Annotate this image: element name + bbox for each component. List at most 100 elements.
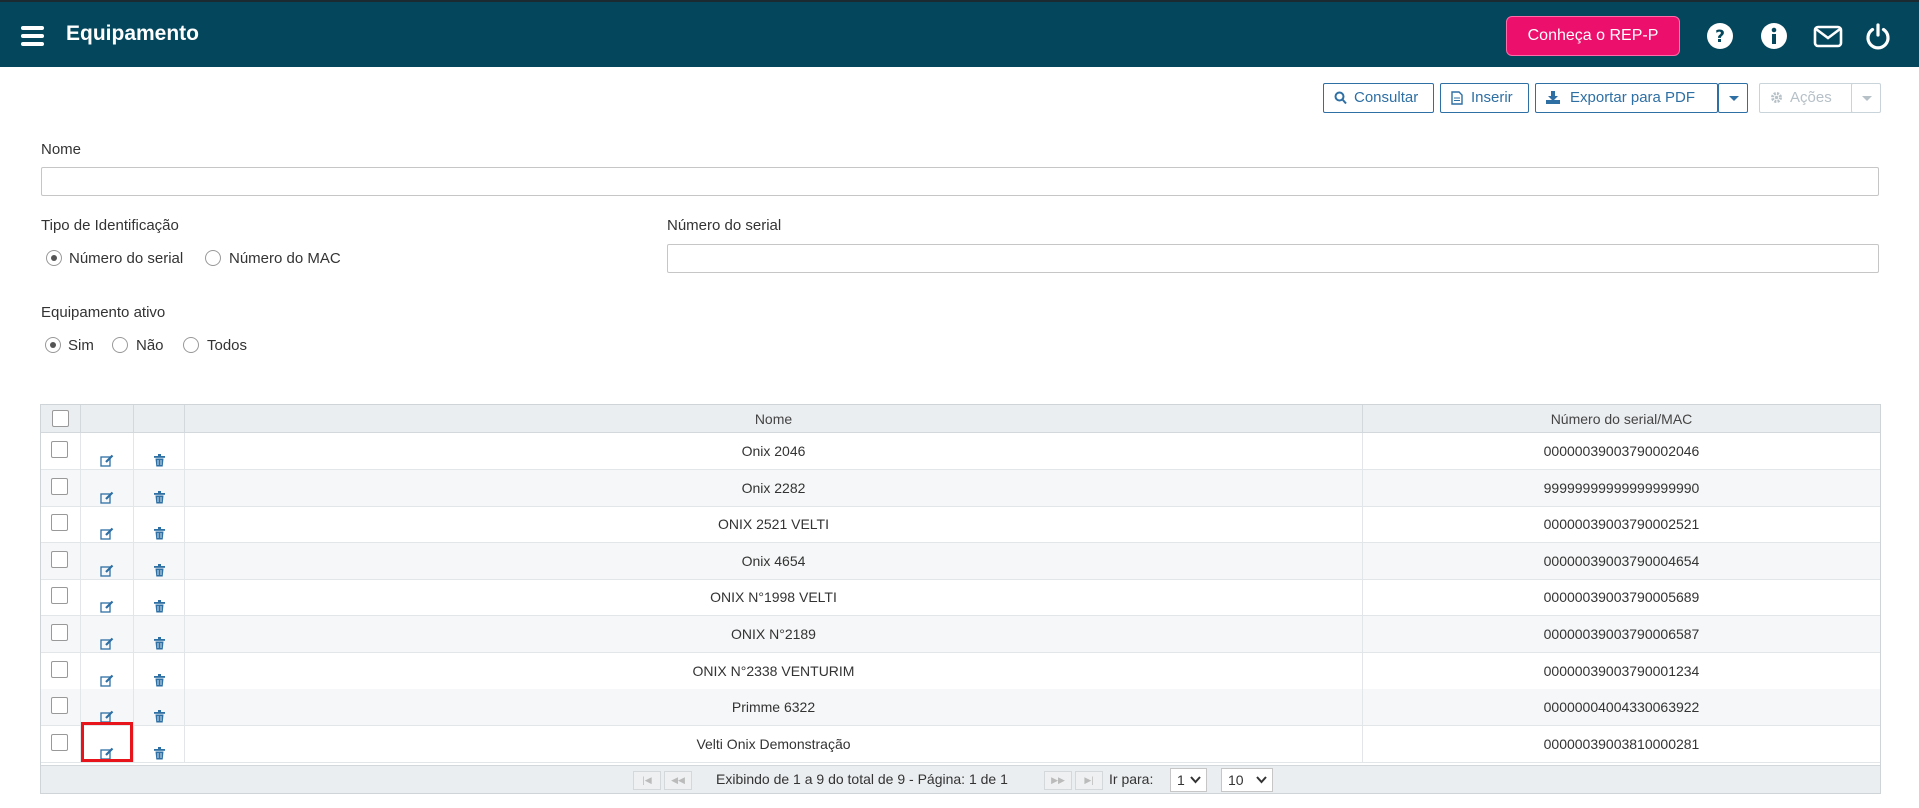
radio-ativo-todos[interactable]	[183, 337, 199, 353]
consultar-button[interactable]: Consultar	[1323, 83, 1434, 113]
nome-input[interactable]	[41, 167, 1879, 196]
row-checkbox[interactable]	[51, 660, 68, 678]
table-row[interactable]: ONIX 2521 VELTI 00000039003790002521	[41, 506, 1880, 544]
highlight-box	[81, 722, 133, 762]
delete-cell	[134, 506, 185, 543]
chevron-down-icon	[1190, 776, 1201, 784]
equipment-grid: Nome Número do serial/MAC Onix 2046 00000…	[40, 404, 1881, 794]
cell-nome: Velti Onix Demonstração	[185, 725, 1363, 762]
radio-ativo-nao-label[interactable]: Não	[136, 337, 164, 354]
row-checkbox[interactable]	[51, 514, 68, 532]
cell-nome: ONIX 2521 VELTI	[185, 506, 1363, 543]
select-all-checkbox[interactable]	[52, 410, 69, 427]
acoes-label: Ações	[1790, 89, 1832, 106]
menu-icon[interactable]	[21, 26, 45, 46]
row-checkbox[interactable]	[51, 587, 68, 605]
inserir-button[interactable]: Inserir	[1440, 83, 1529, 113]
search-icon	[1334, 91, 1347, 105]
top-bar: Equipamento Conheça o REP-P ?	[0, 0, 1919, 67]
radio-numero-serial-label[interactable]: Número do serial	[69, 250, 183, 267]
edit-cell	[81, 469, 134, 506]
delete-cell	[134, 469, 185, 506]
row-checkbox[interactable]	[51, 624, 68, 641]
exportar-dropdown-toggle[interactable]	[1718, 83, 1748, 113]
gear-icon	[1771, 92, 1782, 103]
table-row[interactable]: Primme 6322 00000004004330063922	[41, 689, 1880, 727]
goto-page-select[interactable]: 1	[1170, 768, 1207, 792]
table-row[interactable]: ONIX N°2338 VENTURIM 00000039003790001234	[41, 652, 1880, 690]
goto-label: Ir para:	[1109, 771, 1154, 787]
exportar-pdf-button[interactable]: Exportar para PDF	[1535, 83, 1718, 113]
cell-nome: ONIX N°2189	[185, 616, 1363, 652]
table-row[interactable]: Velti Onix Demonstração 00000039003810000…	[41, 725, 1880, 763]
edit-cell	[81, 542, 134, 579]
exportar-label: Exportar para PDF	[1570, 89, 1696, 106]
cell-nome: Onix 4654	[185, 542, 1363, 579]
radio-numero-serial[interactable]	[46, 250, 62, 266]
header-select-cell	[41, 405, 81, 433]
radio-ativo-sim[interactable]	[45, 337, 61, 353]
prev-page-button[interactable]: ◀◀	[664, 771, 692, 790]
cell-nome: ONIX N°1998 VELTI	[185, 579, 1363, 616]
conheca-rep-p-button[interactable]: Conheça o REP-P	[1506, 16, 1680, 56]
cell-nome: Onix 2282	[185, 469, 1363, 506]
cell-serial: 00000039003790001234	[1543, 662, 1700, 679]
acoes-dropdown-toggle[interactable]	[1851, 83, 1881, 113]
radio-ativo-nao[interactable]	[112, 337, 128, 353]
column-header-serial[interactable]: Número do serial/MAC	[1363, 405, 1880, 433]
tipo-identificacao-label: Tipo de Identificação	[41, 217, 179, 234]
edit-cell	[81, 506, 134, 543]
cell-serial: 00000039003790002521	[1543, 516, 1700, 533]
select-cell	[41, 652, 81, 689]
first-page-button[interactable]: |◀	[633, 771, 661, 790]
numero-serial-input[interactable]	[667, 244, 1879, 273]
table-row[interactable]: Onix 4654 00000039003790004654	[41, 542, 1880, 580]
cell-nome: Primme 6322	[185, 689, 1363, 726]
radio-numero-mac-label[interactable]: Número do MAC	[229, 250, 341, 267]
table-row[interactable]: Onix 2046 00000039003790002046	[41, 433, 1880, 470]
select-cell	[41, 433, 81, 469]
table-row[interactable]: Onix 2282 99999999999999999990	[41, 469, 1880, 507]
page-size-select[interactable]: 10	[1221, 768, 1273, 792]
table-row[interactable]: ONIX N°1998 VELTI 00000039003790005689	[41, 579, 1880, 617]
acoes-button[interactable]: Ações	[1759, 83, 1854, 113]
cell-serial: 00000039003810000281	[1543, 735, 1700, 752]
radio-ativo-sim-label[interactable]: Sim	[68, 337, 94, 354]
page-size-value: 10	[1228, 772, 1244, 788]
delete-cell	[134, 689, 185, 726]
column-header-nome[interactable]: Nome	[185, 405, 1363, 433]
cell-nome: Onix 2046	[185, 433, 1363, 469]
delete-cell	[134, 579, 185, 616]
select-cell	[41, 689, 81, 726]
delete-cell	[134, 433, 185, 469]
header-edit-cell	[81, 405, 134, 433]
row-checkbox[interactable]	[51, 733, 68, 751]
next-page-button[interactable]: ▶▶	[1044, 771, 1072, 790]
chevron-down-icon	[1256, 776, 1267, 784]
row-checkbox[interactable]	[51, 477, 68, 495]
svg-text:?: ?	[1715, 27, 1725, 47]
table-row[interactable]: ONIX N°2189 00000039003790006587	[41, 616, 1880, 653]
radio-numero-mac[interactable]	[205, 250, 221, 266]
radio-ativo-todos-label[interactable]: Todos	[207, 337, 247, 354]
grid-header: Nome Número do serial/MAC	[41, 405, 1880, 433]
mail-icon[interactable]	[1813, 22, 1843, 50]
row-checkbox[interactable]	[51, 550, 68, 568]
edit-cell	[81, 579, 134, 616]
page-title: Equipamento	[66, 22, 200, 45]
help-icon[interactable]: ?	[1706, 22, 1734, 50]
select-cell	[41, 725, 81, 762]
edit-cell	[81, 433, 134, 469]
delete-cell	[134, 652, 185, 689]
info-icon[interactable]	[1760, 22, 1788, 50]
power-icon[interactable]	[1864, 22, 1892, 50]
select-cell	[41, 506, 81, 543]
cell-serial: 00000039003790006587	[1543, 626, 1700, 642]
row-checkbox[interactable]	[51, 697, 68, 715]
last-page-button[interactable]: ▶|	[1075, 771, 1103, 790]
download-icon	[1546, 91, 1560, 104]
row-checkbox[interactable]	[51, 441, 68, 458]
delete-cell	[134, 542, 185, 579]
cell-serial: 00000039003790005689	[1543, 589, 1700, 606]
grid-pager: |◀ ◀◀ Exibindo de 1 a 9 do total de 9 - …	[41, 765, 1880, 793]
